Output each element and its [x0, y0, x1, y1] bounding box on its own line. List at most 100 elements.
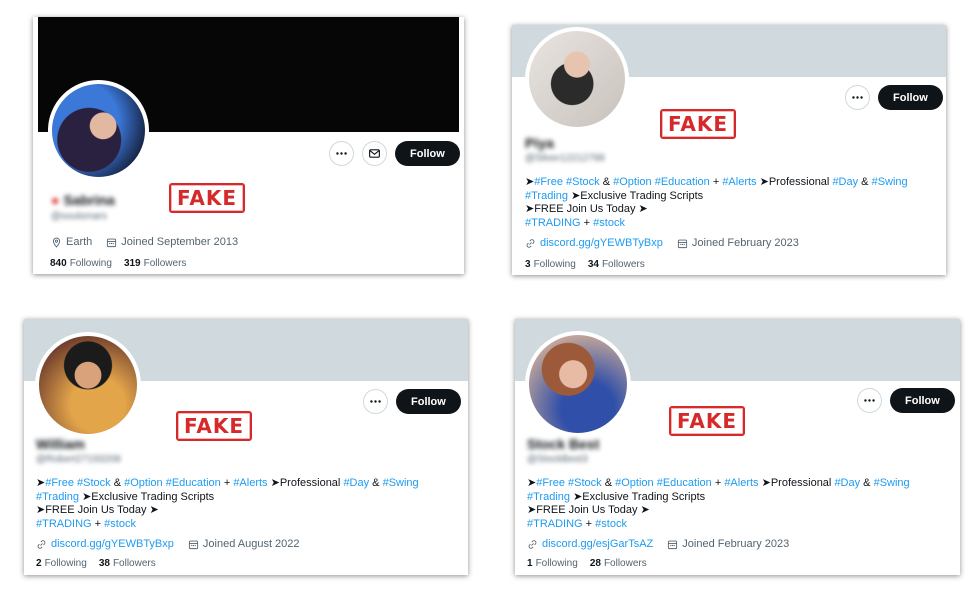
bio-line: ➤#Free #Stock & #Option #Education + #Al… — [527, 477, 910, 491]
bio-line: ➤FREE Join Us Today ➤ — [36, 504, 419, 518]
bio-text: & — [369, 477, 383, 489]
hashtag-link[interactable]: #Education — [657, 477, 712, 489]
bio-text: ➤ — [36, 477, 46, 489]
follow-button[interactable]: Follow — [395, 141, 460, 166]
hashtag-link[interactable]: #Trading — [36, 491, 79, 503]
following-stat[interactable]: 2 Following — [36, 558, 87, 569]
avatar[interactable] — [48, 80, 149, 181]
join-date: Joined August 2022 — [188, 538, 300, 550]
hashtag-link[interactable]: #TRADING — [527, 518, 583, 530]
follow-button[interactable]: Follow — [396, 389, 461, 414]
hashtag-link[interactable]: #Free — [45, 477, 74, 489]
profile-card-2: Follow FAKE Piya @Silver12212798 ➤#Free … — [512, 25, 946, 275]
hashtag-link[interactable]: #Swing — [874, 477, 910, 489]
handle: @Silver12212798 — [525, 153, 605, 164]
profile-card-1: Follow ● Sabrina @soulsmars FAKE Earth Jo… — [33, 17, 464, 274]
follow-button[interactable]: Follow — [890, 388, 955, 413]
more-button[interactable] — [329, 141, 354, 166]
bio-line: #Trading ➤Exclusive Trading Scripts — [36, 491, 419, 505]
website-link[interactable]: discord.gg/gYEWBTyBxp — [36, 538, 174, 550]
hashtag-link[interactable]: #Day — [834, 477, 860, 489]
bio-line: #TRADING + #stock — [527, 518, 910, 532]
hashtag-link[interactable]: #stock — [104, 518, 136, 530]
following-stat[interactable]: 840 Following — [50, 258, 112, 269]
profile-card-4: Follow FAKE Stock Best @StockBest3 ➤#Fre… — [515, 319, 960, 575]
followers-stat[interactable]: 319 Followers — [124, 258, 186, 269]
hashtag-link[interactable]: #Option — [124, 477, 163, 489]
bio-text: + — [580, 216, 594, 229]
hashtag-link[interactable]: #Free — [534, 176, 563, 188]
calendar-icon — [107, 238, 117, 247]
avatar[interactable] — [525, 27, 629, 131]
bio-text: ➤Professional — [267, 477, 344, 489]
profile-actions: Follow — [363, 389, 461, 414]
location-icon — [52, 237, 61, 248]
hashtag-link[interactable]: #Day — [343, 477, 369, 489]
bio-text: + — [709, 176, 723, 188]
bio-text: ➤FREE Join Us Today ➤ — [527, 504, 650, 516]
hashtag-link[interactable]: #Swing — [383, 477, 419, 489]
following-stat[interactable]: 3 Following — [525, 259, 576, 270]
hashtag-link[interactable]: #Education — [166, 477, 221, 489]
avatar[interactable] — [525, 331, 631, 437]
link-icon — [528, 539, 537, 549]
website-link[interactable]: discord.gg/esjGarTsAZ — [527, 538, 653, 550]
hashtag-link[interactable]: #Option — [615, 477, 654, 489]
hashtag-link[interactable]: #Alerts — [724, 477, 758, 489]
bio-line: #Trading ➤Exclusive Trading Scripts — [527, 491, 910, 505]
hashtag-link[interactable]: #Education — [655, 176, 710, 188]
profile-actions: Follow — [857, 388, 955, 413]
hashtag-link[interactable]: #Day — [832, 176, 858, 188]
bio-text: + — [91, 517, 105, 530]
hashtag-link[interactable]: #Alerts — [233, 477, 267, 489]
bio-text: + — [711, 477, 725, 489]
website-link[interactable]: discord.gg/gYEWBTyBxp — [525, 237, 663, 249]
hashtag-link[interactable]: #Free — [536, 477, 565, 489]
fake-stamp: FAKE — [169, 183, 246, 213]
bio-text: & — [110, 477, 125, 489]
followers-stat[interactable]: 28 Followers — [590, 558, 647, 569]
more-button[interactable] — [363, 389, 388, 414]
bio-text: & — [601, 477, 616, 489]
handle: @soulsmars — [51, 211, 107, 222]
more-icon — [852, 96, 863, 99]
profile-meta: discord.gg/gYEWBTyBxp Joined February 20… — [525, 237, 799, 249]
hashtag-link[interactable]: #stock — [593, 217, 625, 229]
profile-actions: Follow — [329, 141, 460, 166]
following-stat[interactable]: 1 Following — [527, 558, 578, 569]
profile-bio: ➤#Free #Stock & #Option #Education + #Al… — [527, 477, 910, 531]
message-button[interactable] — [362, 141, 387, 166]
hashtag-link[interactable]: #Stock — [566, 176, 600, 188]
hashtag-link[interactable]: #Stock — [568, 477, 602, 489]
profile-bio: ➤#Free #Stock & #Option #Education + #Al… — [525, 176, 908, 230]
hashtag-link[interactable]: #stock — [595, 518, 627, 530]
hashtag-link[interactable]: #Stock — [77, 477, 111, 489]
profile-bio: ➤#Free #Stock & #Option #Education + #Al… — [36, 477, 419, 531]
bio-line: #TRADING + #stock — [36, 518, 419, 532]
bio-text: + — [220, 477, 234, 489]
join-date: Joined February 2023 — [667, 538, 789, 550]
bio-line: ➤FREE Join Us Today ➤ — [527, 504, 910, 518]
bio-line: #TRADING + #stock — [525, 217, 908, 231]
profile-meta: discord.gg/esjGarTsAZ Joined February 20… — [527, 538, 789, 550]
hashtag-link[interactable]: #TRADING — [36, 518, 92, 530]
more-button[interactable] — [857, 388, 882, 413]
hashtag-link[interactable]: #TRADING — [525, 217, 581, 229]
followers-stat[interactable]: 34 Followers — [588, 259, 645, 270]
hashtag-link[interactable]: #Trading — [527, 491, 570, 503]
hashtag-link[interactable]: #Alerts — [722, 176, 756, 188]
hashtag-link[interactable]: #Swing — [872, 176, 908, 188]
link-icon — [37, 539, 46, 549]
followers-stat[interactable]: 38 Followers — [99, 558, 156, 569]
display-name: William — [36, 436, 85, 452]
follow-button[interactable]: Follow — [878, 85, 943, 110]
follow-stats: 840 Following 319 Followers — [50, 258, 186, 269]
profile-card-3: Follow FAKE William @Robert27193208 ➤#Fr… — [24, 319, 468, 575]
hashtag-link[interactable]: #Option — [613, 176, 652, 188]
bio-text: ➤Exclusive Trading Scripts — [79, 490, 215, 503]
display-name: ● Sabrina — [51, 192, 115, 208]
more-button[interactable] — [845, 85, 870, 110]
avatar[interactable] — [35, 332, 141, 438]
bio-line: ➤FREE Join Us Today ➤ — [525, 203, 908, 217]
hashtag-link[interactable]: #Trading — [525, 190, 568, 202]
